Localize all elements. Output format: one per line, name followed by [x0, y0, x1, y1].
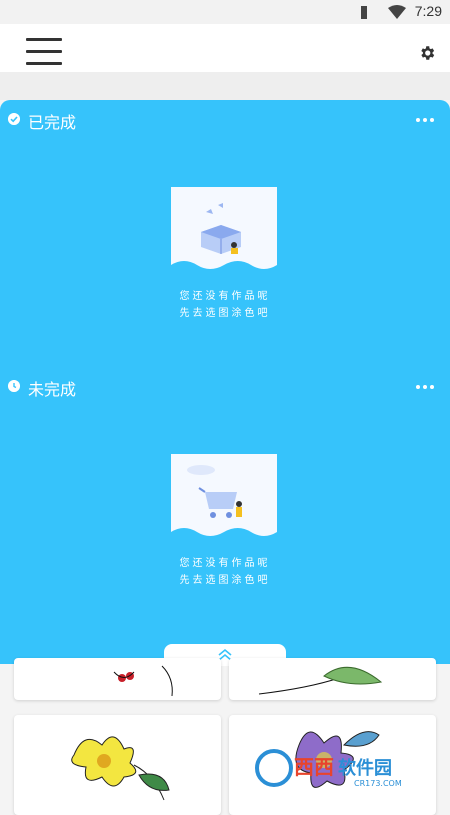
empty-line-1: 您还没有作品呢 [179, 291, 271, 302]
works-panel: 已完成 您还没有作品呢 先去选图涂色吧 未完成 您还没有作品呢 先去选图涂色吧 [0, 100, 450, 664]
completed-empty-text: 您还没有作品呢 先去选图涂色吧 [120, 288, 330, 322]
coloring-card-ladybug-flower[interactable] [14, 658, 221, 700]
incomplete-empty-text: 您还没有作品呢 先去选图涂色吧 [120, 555, 330, 589]
empty-line-2: 先去选图涂色吧 [179, 575, 271, 586]
incomplete-section-title: 未完成 [28, 380, 77, 399]
app-bar-shadow [0, 72, 450, 100]
status-time: 7:29 [414, 3, 442, 19]
svg-text:西西: 西西 [294, 755, 334, 779]
gear-icon[interactable] [418, 44, 436, 62]
more-horizontal-icon[interactable] [416, 118, 434, 122]
more-horizontal-icon[interactable] [416, 385, 434, 389]
incomplete-section-header[interactable]: 未完成 [0, 367, 450, 407]
empty-cart-icon [171, 454, 277, 542]
completed-section-title: 已完成 [28, 113, 77, 132]
clock-circle-icon [8, 380, 20, 392]
coloring-card-leaf-branch[interactable] [229, 658, 436, 700]
empty-line-2: 先去选图涂色吧 [179, 308, 271, 319]
wifi-icon [388, 5, 406, 19]
app-bar [0, 24, 450, 72]
empty-line-1: 您还没有作品呢 [179, 558, 271, 569]
svg-text:软件园: 软件园 [338, 757, 392, 779]
completed-section-header[interactable]: 已完成 [0, 100, 450, 140]
menu-icon[interactable] [26, 38, 62, 66]
empty-box-icon [171, 187, 277, 275]
status-bar: 7:29 [0, 0, 450, 24]
coloring-card-yellow-lily[interactable] [14, 715, 221, 815]
check-circle-icon [8, 113, 20, 125]
svg-text:CR173.COM: CR173.COM [354, 779, 402, 788]
battery-icon [361, 6, 367, 19]
watermark-logo: 西西 软件园 CR173.COM [254, 748, 434, 788]
